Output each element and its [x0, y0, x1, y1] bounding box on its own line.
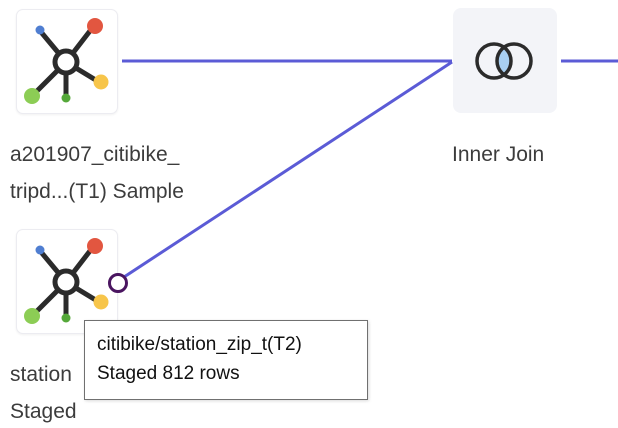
dataset-node-t2-tooltip: citibike/station_zip_t(T2) Staged 812 ro… [84, 320, 368, 400]
inner-join-node[interactable] [453, 8, 557, 113]
dataset-node-t2[interactable] [16, 229, 118, 334]
flow-canvas[interactable]: a201907_citibike_ tripd...(T1) Sample In… [0, 0, 618, 428]
tooltip-title: citibike/station_zip_t(T2) [97, 334, 302, 355]
dataset-node-t2-label-line1: station [10, 363, 72, 386]
dataset-node-t2-label: station Staged [10, 356, 77, 428]
dataset-node-t1-label-line1: a201907_citibike_ [10, 143, 180, 166]
inner-join-label: Inner Join [452, 143, 545, 166]
dataset-node-t1[interactable] [16, 9, 118, 114]
dataset-node-t2-label-line2: Staged [10, 400, 77, 423]
dataset-node-t1-label-line2: tripd...(T1) Sample [10, 180, 184, 203]
dataset-node-t1-label: a201907_citibike_ tripd...(T1) Sample [10, 136, 184, 210]
tooltip-row-count: Staged 812 rows [97, 363, 240, 384]
inner-join-venn-icon [475, 42, 533, 80]
dataset-network-icon [24, 18, 109, 104]
dataset-node-t2-output-port[interactable] [108, 273, 128, 293]
